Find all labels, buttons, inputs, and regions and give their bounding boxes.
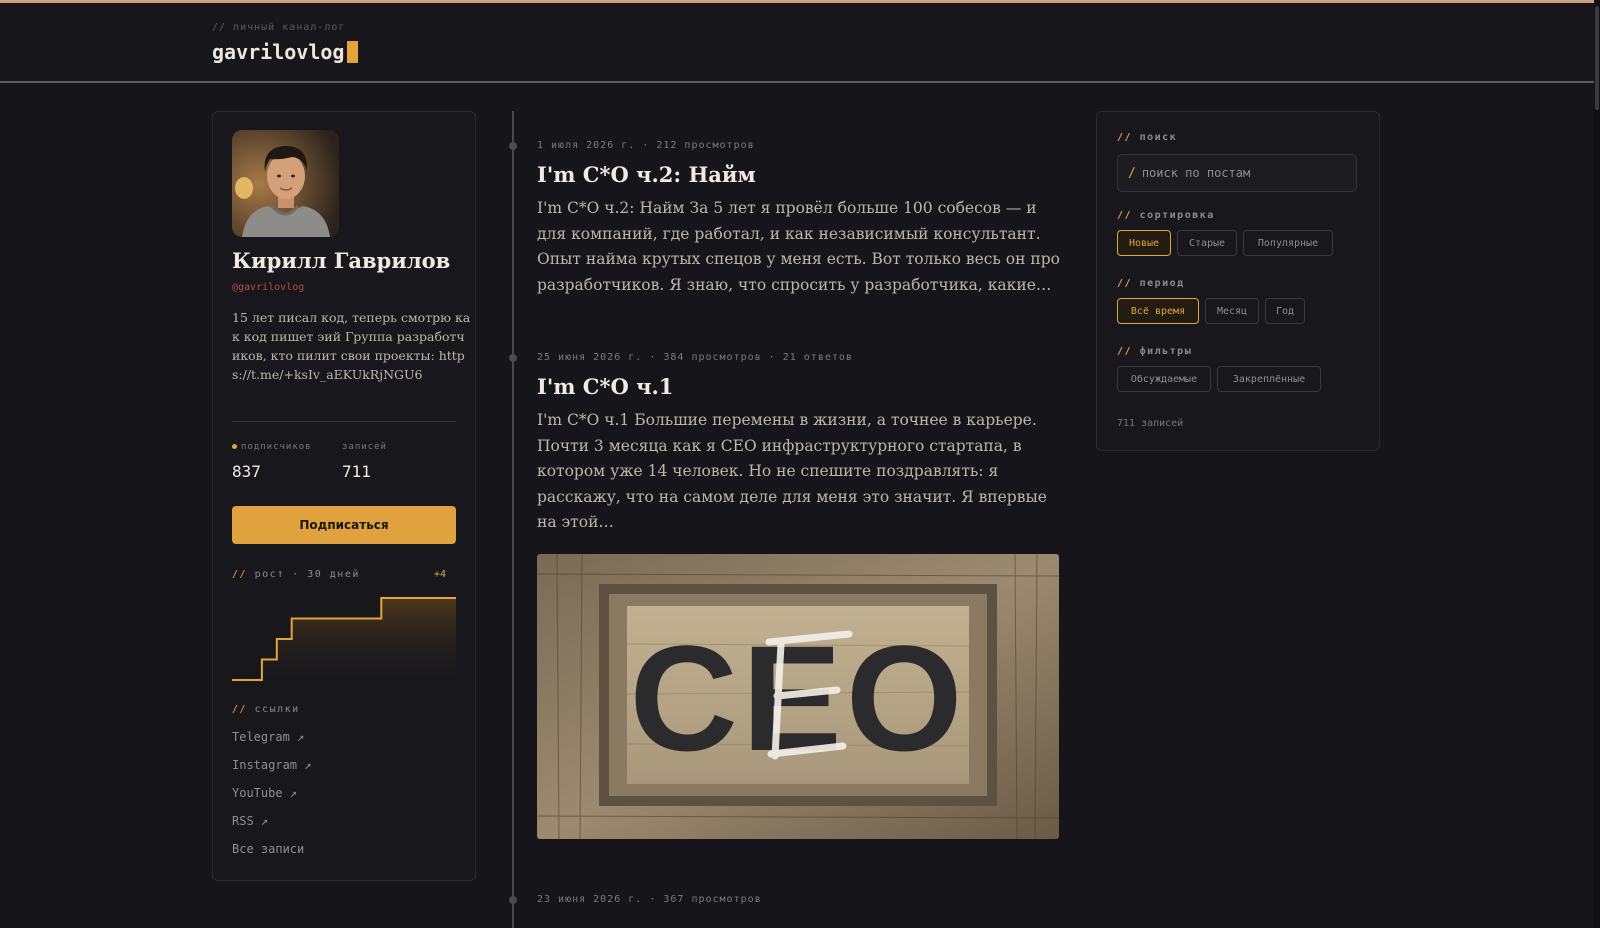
links-title-slashes: // [232, 704, 248, 715]
subscribers-label: подписчиков [232, 442, 312, 452]
online-dot-icon [232, 444, 237, 449]
link-youtube[interactable]: YouTube ↗ [232, 786, 297, 800]
profile-name: Кирилл Гаврилов [232, 248, 451, 273]
link-instagram[interactable]: Instagram ↗ [232, 758, 311, 772]
posts-label: записей [342, 442, 387, 452]
filter-option-discussed[interactable]: Обсуждаемые [1117, 366, 1211, 392]
search-input[interactable] [1141, 166, 1342, 180]
growth-title-slashes: // [232, 569, 248, 580]
timeline-dot [509, 896, 517, 904]
sparkline-area [232, 598, 456, 686]
post-title[interactable]: I'm C*O ч.2: Найм [537, 162, 756, 187]
ceo-door-image: CEO [537, 554, 1059, 839]
profile-divider [232, 421, 456, 422]
sort-option-new[interactable]: Новые [1117, 230, 1171, 256]
filters-title: // фильтры [1117, 346, 1192, 357]
site-header: // личный канал-лог gavrilovlog [0, 3, 1600, 83]
avatar [232, 130, 339, 237]
link-all-posts[interactable]: Все записи [232, 842, 304, 856]
period-option-year[interactable]: Год [1265, 298, 1305, 324]
growth-sparkline [232, 597, 456, 686]
post-excerpt: I'm C*O ч.2: Найм За 5 лет я провёл боль… [537, 199, 1060, 294]
search-title: // поиск [1117, 132, 1177, 143]
growth-title: // рост · 30 дней [232, 569, 360, 580]
post-title[interactable]: I'm C*O ч.1 [537, 374, 673, 399]
period-title: // период [1117, 278, 1185, 289]
post-meta: 1 июля 2026 г. · 212 просмотров [537, 140, 755, 151]
links-title: // ссылки [232, 704, 300, 715]
sort-option-old[interactable]: Старые [1177, 230, 1237, 256]
site-title: gavrilovlog [212, 40, 345, 64]
sort-title-slashes: // [1117, 210, 1133, 221]
profile-handle[interactable]: @gavrilovlog [232, 282, 304, 293]
posts-count: 711 [342, 462, 371, 481]
timeline-dot [509, 142, 517, 150]
timeline-dot [509, 354, 517, 362]
period-option-all[interactable]: Всё время [1117, 298, 1199, 324]
page-scrollbar[interactable] [1594, 0, 1600, 928]
posts-total-count: 711 записей [1117, 418, 1184, 429]
filters-title-slashes: // [1117, 346, 1133, 357]
filters-title-text: фильтры [1139, 346, 1193, 357]
post-meta: 25 июня 2026 г. · 384 просмотров · 21 от… [537, 352, 853, 363]
scrollbar-thumb[interactable] [1595, 6, 1599, 110]
post-excerpt: I'm C*O ч.1 Большие перемены в жизни, а … [537, 411, 1047, 531]
growth-delta: +4 [434, 569, 447, 580]
subscribers-count: 837 [232, 462, 261, 481]
growth-title-text: рост · 30 дней [254, 569, 360, 580]
search-slash-icon: / [1128, 165, 1136, 181]
header-kicker: // личный канал-лог [212, 22, 346, 33]
filter-panel: // поиск / // сортировка Новые Старые По… [1096, 111, 1380, 451]
cursor-block-icon [347, 41, 359, 63]
period-option-month[interactable]: Месяц [1205, 298, 1259, 324]
avatar-photo [232, 130, 339, 237]
search-box[interactable]: / [1117, 154, 1357, 192]
sort-title: // сортировка [1117, 210, 1215, 221]
sort-option-popular[interactable]: Популярные [1243, 230, 1333, 256]
links-title-text: ссылки [254, 704, 300, 715]
site-logo[interactable]: gavrilovlog [212, 40, 359, 64]
profile-bio: 15 лет писал код, теперь смотрю как код … [232, 310, 471, 382]
subscribe-button[interactable]: Подписаться [232, 506, 456, 544]
profile-card: Кирилл Гаврилов @gavrilovlog 15 лет писа… [212, 111, 476, 881]
post-image[interactable]: CEO [537, 554, 1059, 839]
search-title-slashes: // [1117, 132, 1133, 143]
sort-title-text: сортировка [1139, 210, 1215, 221]
timeline-line [512, 111, 514, 928]
link-telegram[interactable]: Telegram ↗ [232, 730, 304, 744]
period-title-slashes: // [1117, 278, 1133, 289]
subscribers-label-text: подписчиков [241, 442, 312, 452]
period-title-text: период [1139, 278, 1185, 289]
link-rss[interactable]: RSS ↗ [232, 814, 268, 828]
filter-option-pinned[interactable]: Закреплённые [1217, 366, 1321, 392]
search-title-text: поиск [1139, 132, 1178, 143]
post-meta: 23 июня 2026 г. · 367 просмотров [537, 894, 762, 905]
